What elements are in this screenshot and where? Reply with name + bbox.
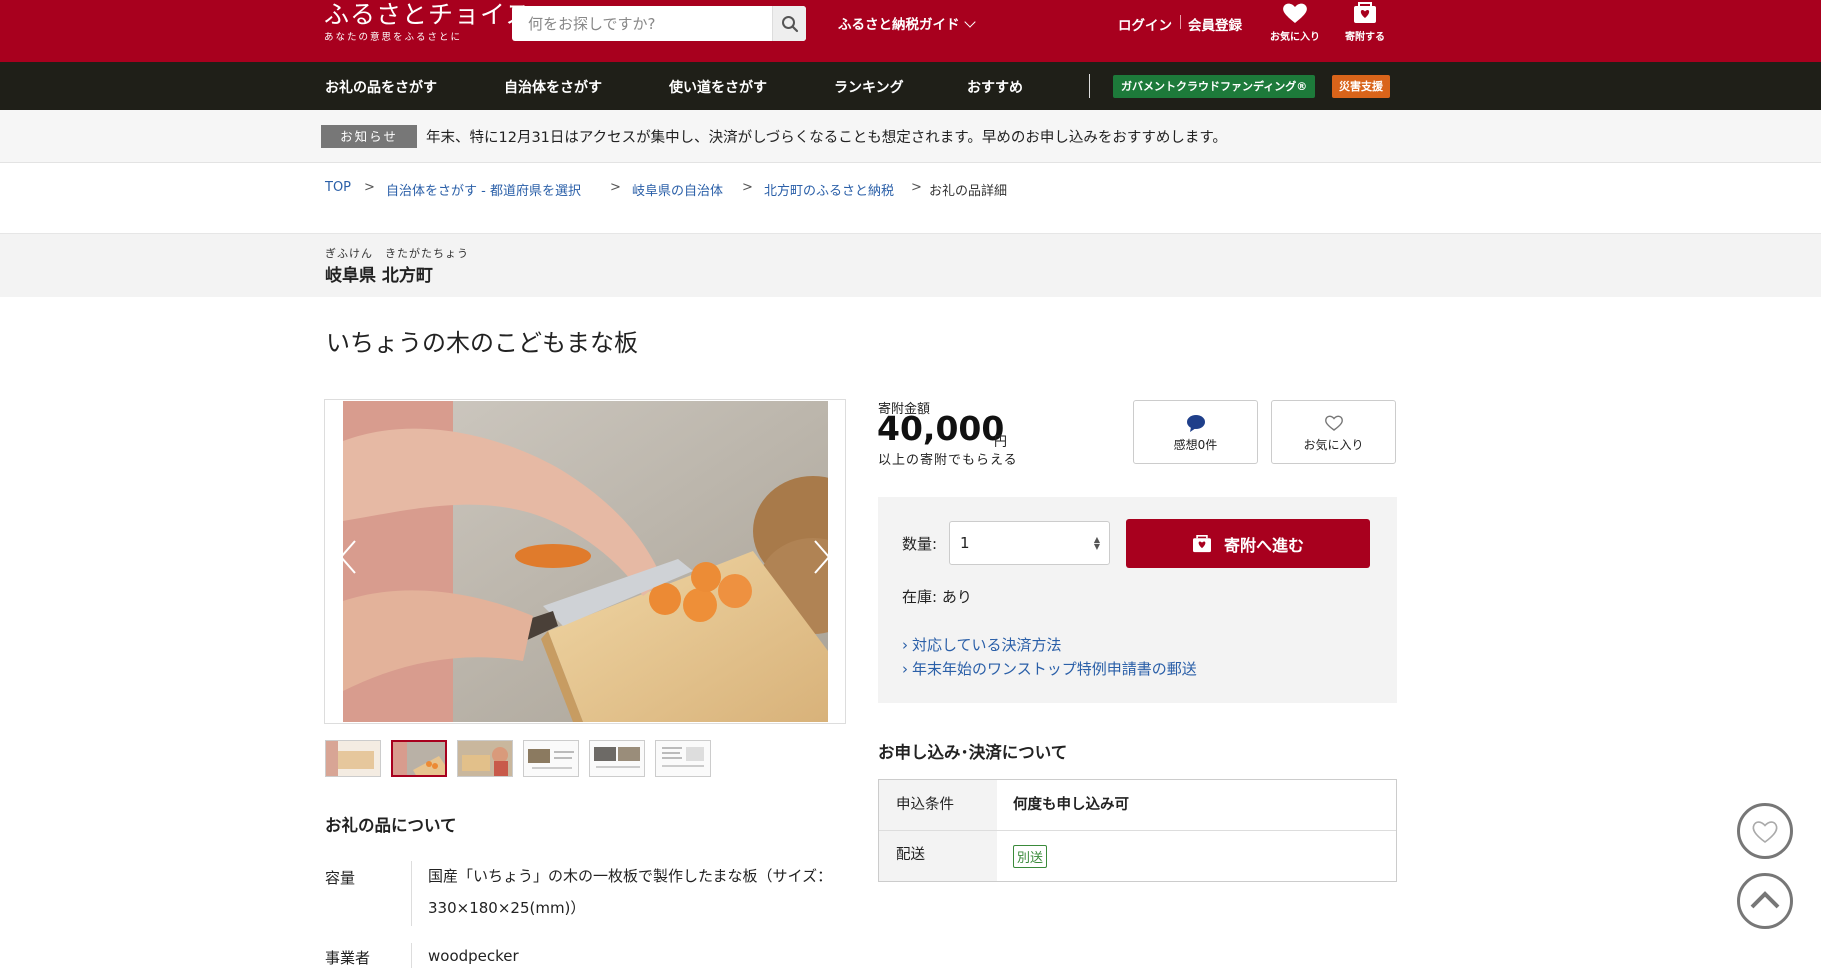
quantity-label: 数量: <box>902 535 938 553</box>
stock-label: 在庫: <box>902 588 938 606</box>
onestop-mail-link[interactable]: › 年末年始のワンストップ特例申請書の郵送 <box>902 658 1197 679</box>
table-value-shipping: 別送 <box>997 831 1396 881</box>
header-favorites-button[interactable]: お気に入り <box>1260 2 1330 43</box>
shipping-badge: 別送 <box>1013 845 1048 868</box>
about-heading: お礼の品について <box>325 816 457 835</box>
currency-unit: 円 <box>994 435 1008 450</box>
search-input[interactable] <box>512 6 772 41</box>
quantity-select[interactable]: 1 ▲ ▼ <box>949 521 1110 565</box>
breadcrumb-gifu[interactable]: 岐阜県の自治体 <box>632 180 723 199</box>
onestop-mail-label: 年末年始のワンストップ特例申請書の郵送 <box>912 660 1197 678</box>
product-photo <box>343 401 828 722</box>
chevron-down-icon <box>963 16 976 28</box>
table-label-condition: 申込条件 <box>879 780 997 830</box>
header-donate-button[interactable]: 寄附する <box>1330 2 1400 43</box>
nav-item-municipalities[interactable]: 自治体をさがす <box>504 77 602 97</box>
municipality-ruby: ぎふけん きたがたちょう <box>325 247 469 260</box>
speech-bubble-icon <box>1186 415 1205 432</box>
gallery-next-icon[interactable] <box>811 537 833 577</box>
favorite-label: お気に入り <box>1303 438 1364 452</box>
header-donate-label: 寄附する <box>1345 32 1385 43</box>
spec-label-capacity: 容量 <box>325 869 356 887</box>
logo-tagline: あなたの意思をふるさとに <box>324 32 463 43</box>
breadcrumb-separator: > <box>610 180 621 195</box>
gallery-thumbnail[interactable] <box>655 740 711 777</box>
spec-value-capacity: 国産「いちょう」の木の一枚板で製作したまな板（サイズ：330×180×25(mm… <box>428 867 833 917</box>
spec-label-business: 事業者 <box>325 949 371 967</box>
gallery-thumbnail[interactable] <box>457 740 513 777</box>
disaster-support-badge[interactable]: 災害支援 <box>1332 75 1390 98</box>
reviews-button[interactable]: 感想0件 <box>1133 400 1258 464</box>
login-link[interactable]: ログイン <box>1118 14 1172 34</box>
heart-icon <box>1283 3 1307 23</box>
quantity-value: 1 <box>960 534 970 552</box>
donate-button[interactable]: 寄附へ進む <box>1126 519 1370 568</box>
logo-text: ふるさとチョイス <box>324 0 532 29</box>
scroll-top-button[interactable] <box>1737 873 1793 929</box>
heart-outline-icon <box>1324 415 1343 431</box>
donate-box-icon <box>1192 534 1211 552</box>
gallery-prev-icon[interactable] <box>337 537 359 577</box>
gallery-thumbnail[interactable] <box>325 740 381 777</box>
guide-label: ふるさと納税ガイド <box>838 17 960 33</box>
municipality-name[interactable]: 岐阜県 北方町 <box>325 261 433 286</box>
select-arrows-icon: ▲ ▼ <box>1093 535 1100 551</box>
donate-box-icon <box>1354 2 1376 23</box>
nav-item-ranking[interactable]: ランキング <box>834 77 904 97</box>
nav-divider <box>1089 74 1090 98</box>
gallery-thumbnail-active[interactable] <box>391 740 447 777</box>
stock-value: あり <box>941 588 972 606</box>
gcf-badge[interactable]: ガバメントクラウドファンディング® <box>1113 75 1316 98</box>
product-title: いちょうの木のこどもまな板 <box>326 329 638 357</box>
nav-item-recommended[interactable]: おすすめ <box>967 77 1023 97</box>
guide-menu[interactable]: ふるさと納税ガイド <box>838 13 976 33</box>
application-heading: お申し込み･決済について <box>878 743 1068 762</box>
search-icon <box>781 15 798 32</box>
page: ふるさとチョイス あなたの意思をふるさとに ふるさと納税ガイド ログイン 会員登… <box>0 0 1821 968</box>
application-table: 申込条件 何度も申し込み可 配送 別送 <box>878 779 1397 882</box>
gallery-thumbnail[interactable] <box>523 740 579 777</box>
header-favorites-label: お気に入り <box>1270 32 1320 43</box>
chevron-up-icon <box>1750 891 1780 909</box>
amount-note: 以上の寄附でもらえる <box>878 453 1018 468</box>
payment-methods-label: 対応している決済方法 <box>912 636 1062 654</box>
nav-item-uses[interactable]: 使い道をさがす <box>669 77 767 97</box>
search-button[interactable] <box>772 6 806 41</box>
nav-item-gifts[interactable]: お礼の品をさがす <box>325 77 437 97</box>
breadcrumb-separator: > <box>742 180 753 195</box>
payment-methods-link[interactable]: › 対応している決済方法 <box>902 634 1062 655</box>
table-label-shipping: 配送 <box>879 831 997 881</box>
site-header: ふるさとチョイス あなたの意思をふるさとに ふるさと納税ガイド ログイン 会員登… <box>0 0 1821 62</box>
search-box <box>512 6 806 41</box>
main-nav: お礼の品をさがす 自治体をさがす 使い道をさがす ランキング おすすめ ガバメン… <box>0 62 1821 110</box>
spec-value-business: woodpecker <box>428 947 519 965</box>
notice-tag: お知らせ <box>321 125 417 148</box>
stock-status: 在庫: あり <box>902 586 972 607</box>
breadcrumb-top[interactable]: TOP <box>325 180 351 195</box>
chevron-right-icon: › <box>902 636 908 654</box>
table-value-condition: 何度も申し込み可 <box>997 780 1396 830</box>
image-gallery <box>324 399 846 724</box>
chevron-right-icon: › <box>902 660 908 678</box>
gallery-thumbnail[interactable] <box>589 740 645 777</box>
breadcrumb-kitagata[interactable]: 北方町のふるさと納税 <box>764 180 894 199</box>
donate-button-label: 寄附へ進む <box>1223 535 1304 555</box>
spec-divider <box>411 861 412 926</box>
reviews-label: 感想0件 <box>1173 438 1218 452</box>
notice-bar: お知らせ 年末、特に12月31日はアクセスが集中し、決済がしづらくなることも想定… <box>0 110 1821 163</box>
favorite-button[interactable]: お気に入り <box>1271 400 1396 464</box>
heart-outline-icon <box>1752 821 1778 843</box>
spec-divider <box>411 943 412 968</box>
register-link[interactable]: 会員登録 <box>1188 14 1242 34</box>
breadcrumb-prefecture[interactable]: 自治体をさがす - 都道府県を選択 <box>386 180 581 199</box>
donation-amount: 40,000 <box>877 409 1005 448</box>
site-logo[interactable]: ふるさとチョイス あなたの意思をふるさとに <box>324 0 531 43</box>
floating-favorite-button[interactable] <box>1737 803 1793 859</box>
breadcrumb-current: お礼の品詳細 <box>929 184 1008 199</box>
municipality-bar: ぎふけん きたがたちょう 岐阜県 北方町 <box>0 233 1821 297</box>
breadcrumb-separator: > <box>911 180 922 195</box>
breadcrumb-separator: > <box>364 180 375 195</box>
notice-message: 年末、特に12月31日はアクセスが集中し、決済がしづらくなることも想定されます。… <box>426 130 1227 146</box>
header-divider <box>1180 15 1181 29</box>
